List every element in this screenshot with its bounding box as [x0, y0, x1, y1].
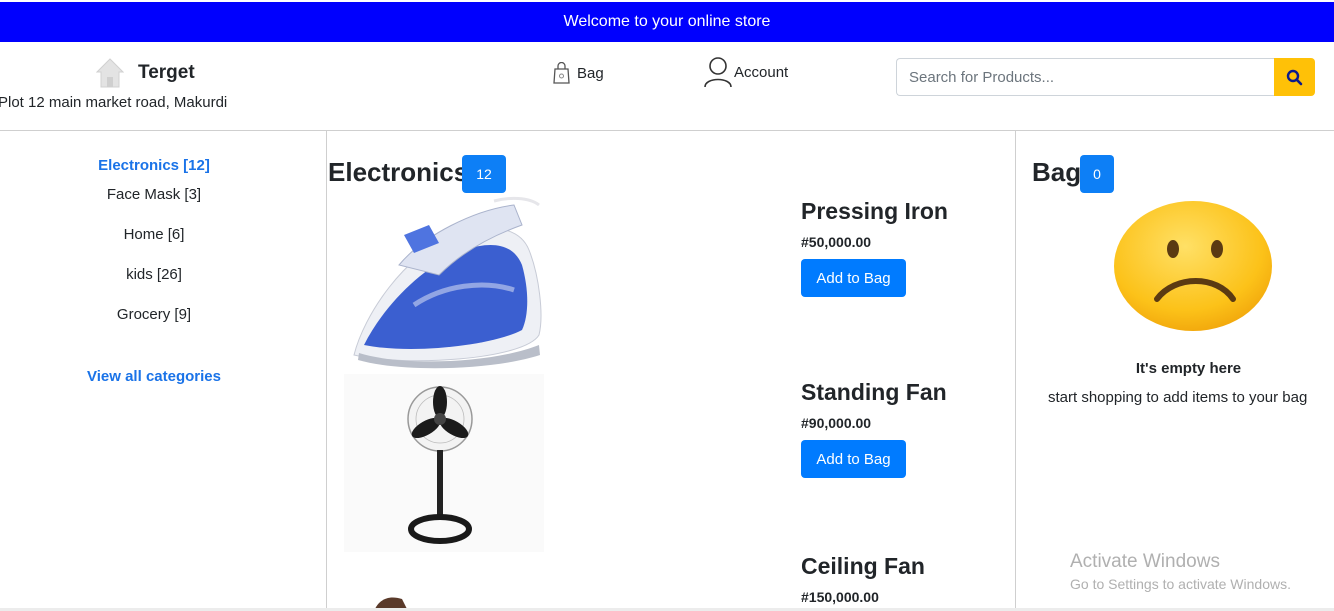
add-to-bag-button[interactable]: Add to Bag: [801, 440, 906, 478]
search-button[interactable]: [1274, 58, 1315, 96]
category-kids[interactable]: kids [26]: [0, 266, 308, 283]
add-to-bag-button[interactable]: Add to Bag: [801, 259, 906, 297]
view-all-categories-link[interactable]: View all categories: [0, 368, 308, 385]
category-face-mask[interactable]: Face Mask [3]: [0, 186, 308, 203]
category-home[interactable]: Home [6]: [0, 226, 308, 243]
header: Terget Plot 12 main market road, Makurdi…: [0, 42, 1334, 131]
product-price: #50,000.00: [801, 234, 872, 250]
nav-account-link[interactable]: Account: [703, 56, 788, 88]
search-input[interactable]: [896, 58, 1274, 96]
bag-count-badge: 0: [1080, 155, 1114, 193]
product-list: Electronics 12 Pressing Iron #50,000.00 …: [327, 131, 1016, 611]
product-count-badge: 12: [462, 155, 506, 193]
brand-name: Terget: [138, 62, 195, 83]
search-bar: [896, 58, 1315, 96]
store-address: Plot 12 main market road, Makurdi: [0, 94, 228, 111]
user-icon: [704, 57, 732, 88]
nav-account-label: Account: [734, 63, 789, 81]
search-icon: [1286, 69, 1303, 85]
welcome-text: Welcome to your online store: [563, 13, 771, 30]
nav-bag-link[interactable]: Bag: [553, 62, 604, 84]
category-grocery[interactable]: Grocery [9]: [0, 306, 308, 323]
category-sidebar: Electronics [12] Face Mask [3] Home [6] …: [0, 131, 327, 611]
product-name: Standing Fan: [801, 379, 947, 405]
product-name: Pressing Iron: [801, 198, 948, 224]
standing-fan-image: [344, 374, 544, 552]
empty-bag-subtitle: start shopping to add items to your bag: [1048, 389, 1308, 406]
category-electronics[interactable]: Electronics [12]: [0, 157, 308, 174]
activate-windows-watermark: Activate Windows Go to Settings to activ…: [1070, 551, 1291, 592]
empty-bag-title: It's empty here: [1135, 360, 1242, 377]
watermark-subtitle: Go to Settings to activate Windows.: [1070, 576, 1291, 592]
section-title: Electronics: [328, 157, 469, 187]
watermark-title: Activate Windows: [1070, 551, 1220, 572]
product-price: #150,000.00: [801, 589, 879, 605]
welcome-banner: Welcome to your online store: [0, 2, 1334, 42]
product-name: Ceiling Fan: [801, 553, 925, 579]
brand[interactable]: Terget: [96, 58, 195, 88]
bag-panel: Bag 0 It's empty here start shopping to …: [1016, 131, 1334, 611]
home-icon: [96, 58, 124, 88]
nav-bag-label: Bag: [577, 64, 604, 82]
product-price: #90,000.00: [801, 415, 872, 431]
bag-title: Bag: [1032, 157, 1082, 187]
pressing-iron-image: [353, 196, 542, 369]
sad-face-icon: [1114, 201, 1272, 331]
shopping-bag-icon: [553, 62, 570, 84]
